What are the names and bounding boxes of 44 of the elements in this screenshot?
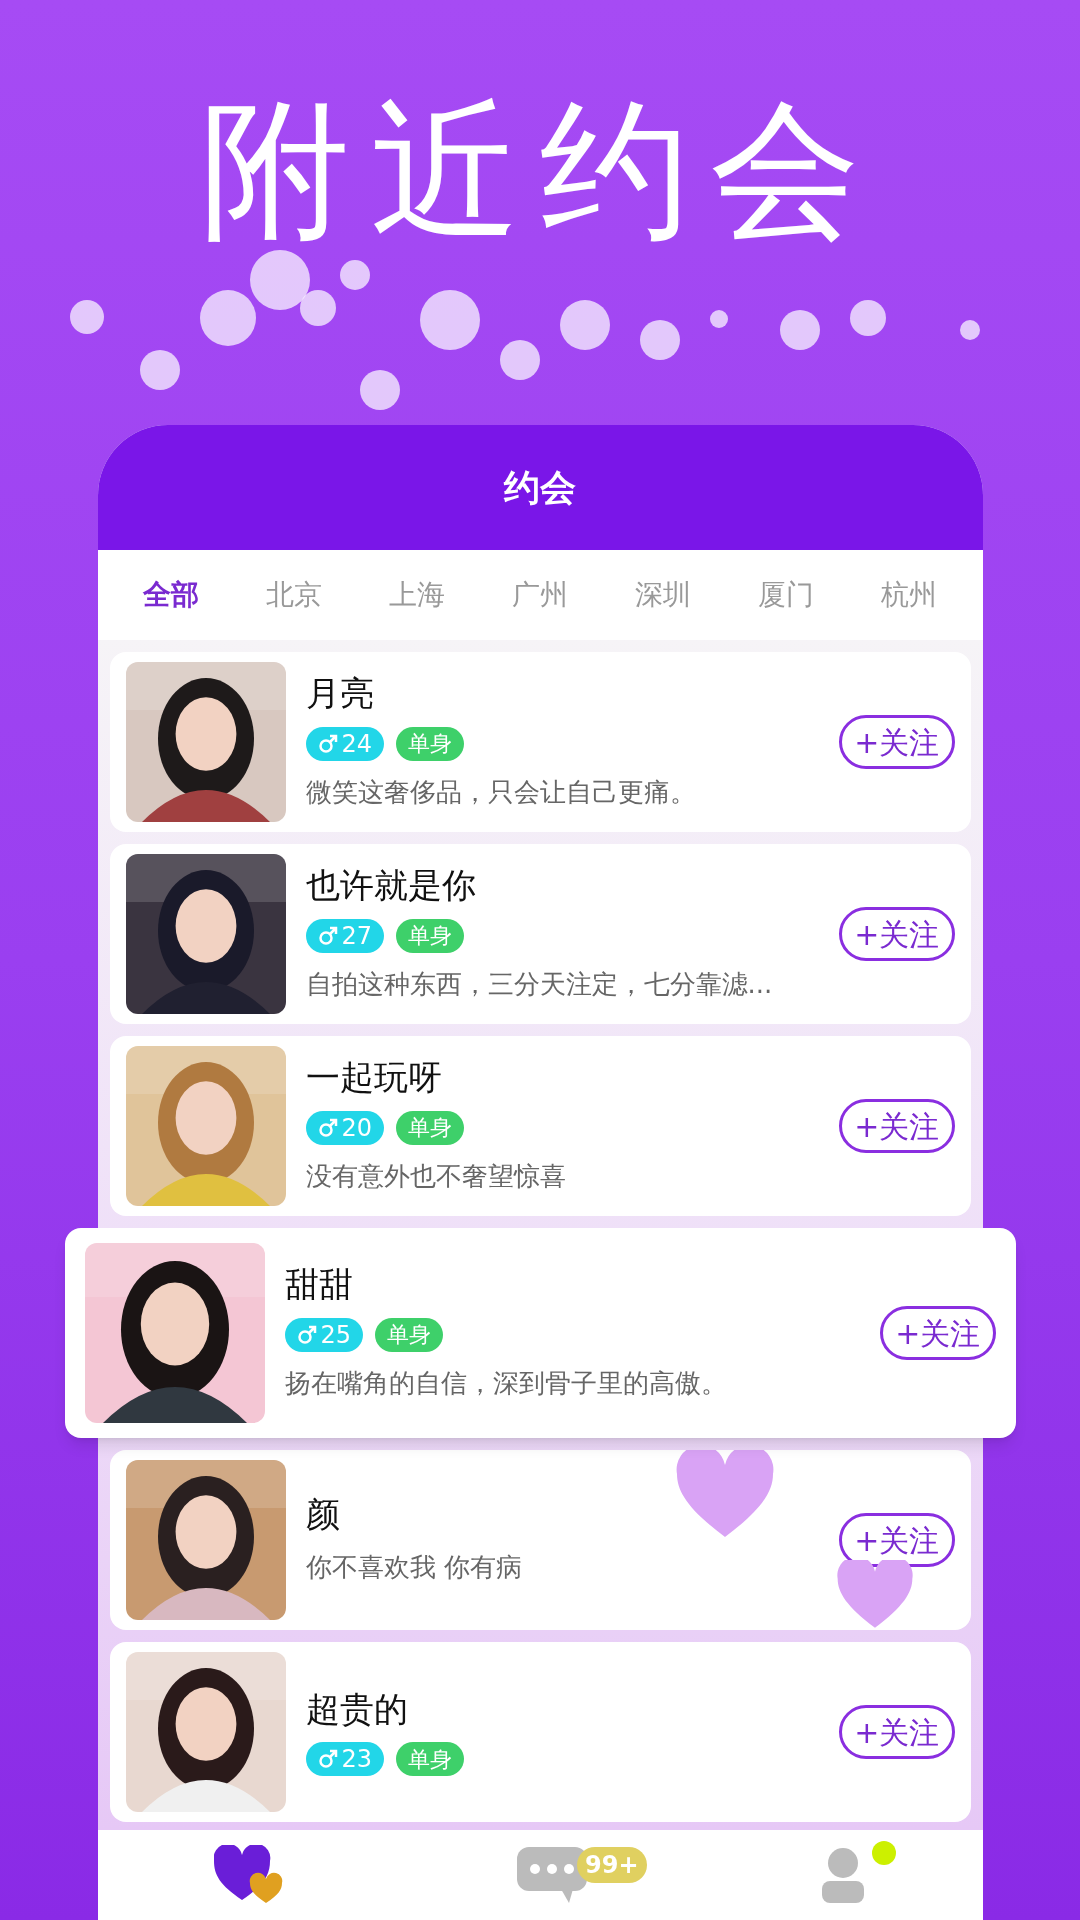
age-tag: 25 (284, 1317, 364, 1352)
user-name: 月亮 (305, 672, 375, 715)
user-name: 超贵的 (305, 1687, 409, 1731)
male-icon (317, 733, 338, 754)
age-tag: 27 (305, 918, 385, 953)
user-bio: 没有意外也不奢望惊喜 (305, 1159, 567, 1193)
user-bio: 自拍这种东西，三分天注定，七分靠滤... (305, 967, 774, 1001)
user-name: 也许就是你 (305, 864, 477, 907)
user-card[interactable]: 颜 你不喜欢我 你有病 +关注 (109, 1450, 971, 1630)
status-tag: 单身 (375, 1317, 444, 1352)
status-tag: 单身 (396, 726, 465, 761)
male-icon (317, 1117, 338, 1138)
age-tag: 20 (305, 1110, 385, 1145)
user-name: 颜 (305, 1493, 341, 1536)
follow-button[interactable]: +关注 (880, 1306, 996, 1360)
city-tab[interactable]: 全部 (143, 574, 199, 616)
chat-icon[interactable] (517, 1847, 587, 1903)
male-icon (317, 1749, 338, 1770)
user-bio: 微笑这奢侈品，只会让自己更痛。 (305, 775, 697, 809)
status-tag: 单身 (396, 918, 465, 953)
headline: 附近约会 (200, 95, 880, 245)
hearts-icon[interactable] (214, 1845, 284, 1905)
follow-button[interactable]: +关注 (839, 907, 955, 961)
user-card[interactable]: 超贵的 23 单身 +关注 (109, 1642, 971, 1822)
follow-button[interactable]: +关注 (839, 1099, 955, 1153)
follow-button[interactable]: +关注 (839, 715, 955, 769)
person-icon[interactable] (820, 1847, 866, 1903)
user-card[interactable]: 也许就是你 27 单身 自拍这种东西，三分天注定，七分靠滤... +关注 (109, 844, 971, 1024)
follow-button[interactable]: +关注 (839, 1705, 955, 1759)
status-tag: 单身 (396, 1742, 465, 1777)
user-card[interactable]: 月亮 24 单身 微笑这奢侈品，只会让自己更痛。 +关注 (109, 652, 971, 832)
age-tag: 23 (305, 1742, 385, 1777)
male-icon (317, 925, 338, 946)
user-bio: 扬在嘴角的自信，深到骨子里的高傲。 (284, 1366, 728, 1400)
male-icon (296, 1324, 317, 1345)
user-card[interactable]: 一起玩呀 20 单身 没有意外也不奢望惊喜 +关注 (109, 1036, 971, 1216)
app-title: 约会 (504, 465, 576, 510)
user-bio: 你不喜欢我 你有病 (305, 1550, 523, 1584)
user-name: 一起玩呀 (305, 1056, 443, 1099)
user-card[interactable]: 甜甜 25 单身 扬在嘴角的自信，深到骨子里的高傲。 +关注 (64, 1228, 1016, 1438)
age-tag: 24 (305, 726, 385, 761)
user-name: 甜甜 (284, 1263, 354, 1306)
unread-badge: 99+ (577, 1847, 647, 1883)
status-tag: 单身 (396, 1110, 465, 1145)
